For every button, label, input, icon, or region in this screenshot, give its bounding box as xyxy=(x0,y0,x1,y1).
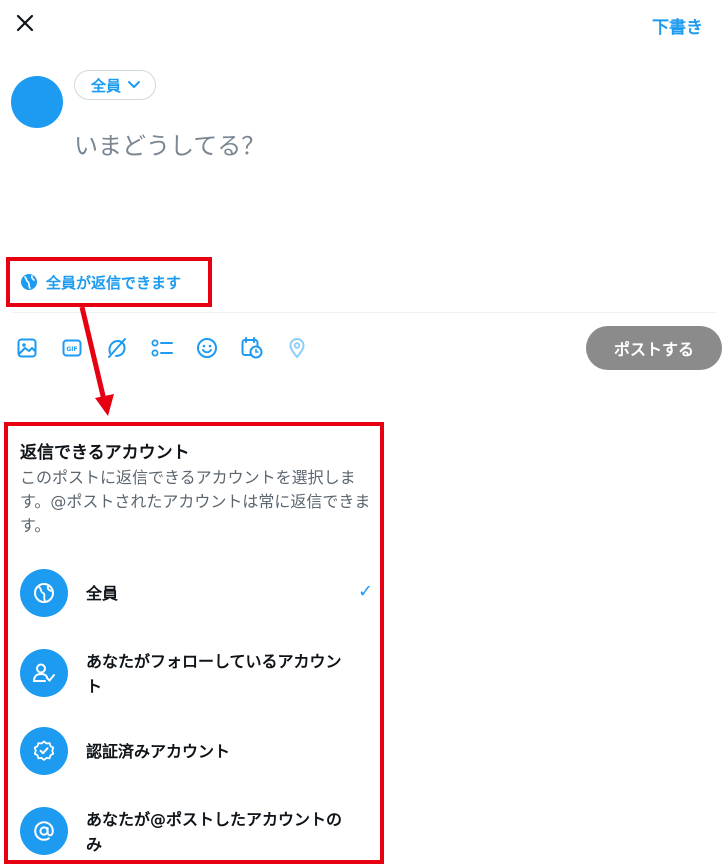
option-icon-circle xyxy=(20,727,68,775)
reply-option-everyone[interactable]: 全員 ✓ xyxy=(8,569,380,619)
check-icon: ✓ xyxy=(358,581,374,602)
location-icon xyxy=(289,338,305,358)
divider xyxy=(12,312,717,313)
reply-option-label: 認証済みアカウント xyxy=(86,742,231,761)
add-gif-button[interactable]: GIF xyxy=(59,335,85,361)
verified-icon xyxy=(33,740,55,761)
option-icon-circle xyxy=(20,569,68,617)
grok-icon xyxy=(108,338,126,358)
reply-menu-title: 返信できるアカウント xyxy=(20,443,190,463)
chevron-down-icon xyxy=(128,81,141,88)
add-image-button[interactable] xyxy=(14,335,40,361)
audience-label: 全員 xyxy=(91,76,122,95)
reply-menu-description: このポストに返信できるアカウントを選択します。@ポストされたアカウントは常に返信… xyxy=(20,468,371,535)
close-icon xyxy=(16,14,34,32)
reply-option-label: 全員 xyxy=(86,584,119,603)
at-sign-icon xyxy=(34,821,54,841)
gif-icon: GIF xyxy=(62,339,82,357)
reply-option-mentioned[interactable]: あなたが@ポストしたアカウントのみ xyxy=(8,805,380,857)
globe-icon xyxy=(34,583,54,603)
drafts-button[interactable]: 下書き xyxy=(652,13,703,38)
compose-input[interactable] xyxy=(74,128,694,164)
reply-settings-menu: 返信できるアカウント このポストに返信できるアカウントを選択します。@ポストされ… xyxy=(4,422,384,864)
schedule-icon xyxy=(241,337,263,359)
emoji-icon xyxy=(197,338,217,358)
grok-button[interactable] xyxy=(104,335,130,361)
image-icon xyxy=(17,338,37,358)
person-check-icon xyxy=(33,663,55,682)
schedule-button[interactable] xyxy=(239,335,265,361)
reply-option-verified[interactable]: 認証済みアカウント xyxy=(8,727,380,777)
poll-icon xyxy=(151,339,173,357)
svg-text:GIF: GIF xyxy=(66,346,77,353)
avatar[interactable] xyxy=(11,76,63,128)
globe-icon xyxy=(21,274,37,290)
option-icon-circle xyxy=(20,807,68,855)
reply-setting-label: 全員が返信できます xyxy=(46,273,182,292)
close-button[interactable] xyxy=(10,8,40,38)
reply-option-following[interactable]: あなたがフォローしているアカウント xyxy=(8,647,380,699)
post-button[interactable]: ポストする xyxy=(586,326,722,370)
add-poll-button[interactable] xyxy=(149,335,175,361)
reply-option-label: あなたがフォローしているアカウント xyxy=(86,652,342,696)
reply-setting-button[interactable]: 全員が返信できます xyxy=(6,257,212,307)
location-button[interactable] xyxy=(284,335,310,361)
add-emoji-button[interactable] xyxy=(194,335,220,361)
reply-option-label: あなたが@ポストしたアカウントのみ xyxy=(86,810,343,854)
option-icon-circle xyxy=(20,649,68,697)
audience-selector-button[interactable]: 全員 xyxy=(74,70,157,100)
